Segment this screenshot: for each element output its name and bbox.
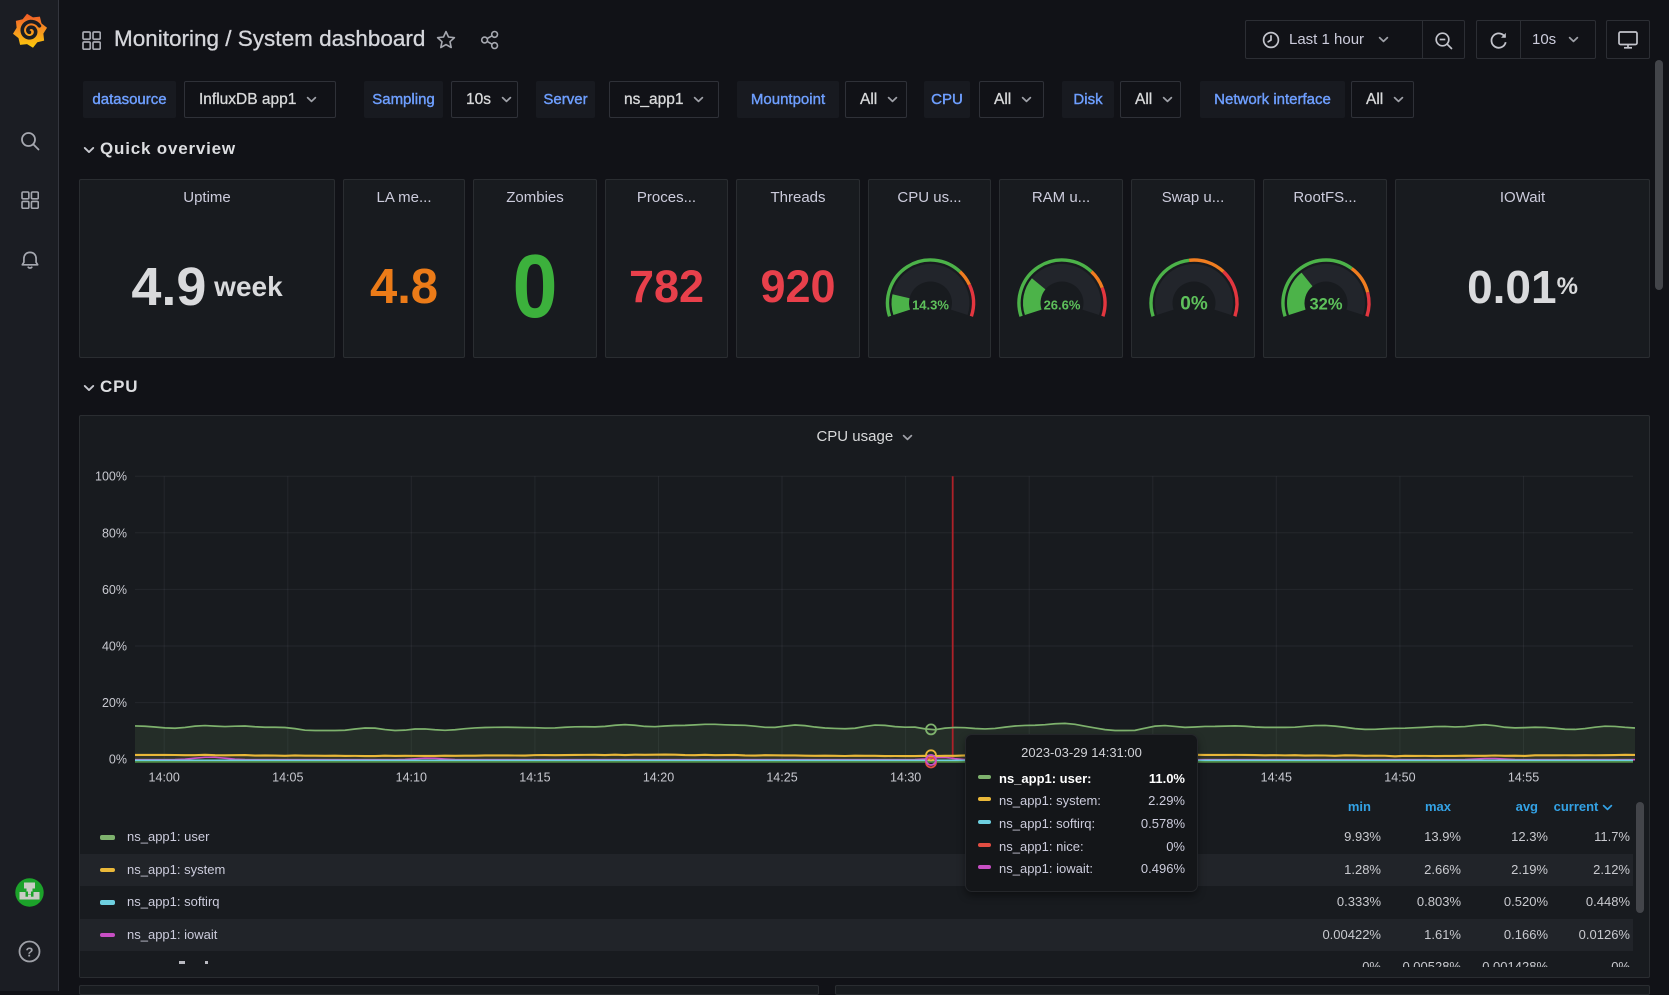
svg-text:40%: 40% xyxy=(102,640,127,654)
svg-text:14:55: 14:55 xyxy=(1508,771,1539,785)
svg-text:100%: 100% xyxy=(95,470,127,484)
svg-text:14:15: 14:15 xyxy=(519,771,550,785)
svg-text:14:30: 14:30 xyxy=(890,771,921,785)
svg-text:14:45: 14:45 xyxy=(1261,771,1292,785)
svg-text:80%: 80% xyxy=(102,526,127,540)
svg-text:20%: 20% xyxy=(102,696,127,710)
svg-text:0%: 0% xyxy=(1180,294,1208,315)
svg-text:14:00: 14:00 xyxy=(149,771,180,785)
svg-text:32%: 32% xyxy=(1309,296,1342,314)
svg-text:14:05: 14:05 xyxy=(272,771,303,785)
svg-text:14.3%: 14.3% xyxy=(912,298,949,313)
svg-text:26.6%: 26.6% xyxy=(1044,298,1081,313)
svg-text:14:20: 14:20 xyxy=(643,771,674,785)
svg-text:14:25: 14:25 xyxy=(766,771,797,785)
svg-text:0%: 0% xyxy=(109,753,127,767)
svg-text:?: ? xyxy=(26,944,34,959)
svg-text:14:10: 14:10 xyxy=(396,771,427,785)
svg-text:60%: 60% xyxy=(102,583,127,597)
svg-text:14:50: 14:50 xyxy=(1384,771,1415,785)
